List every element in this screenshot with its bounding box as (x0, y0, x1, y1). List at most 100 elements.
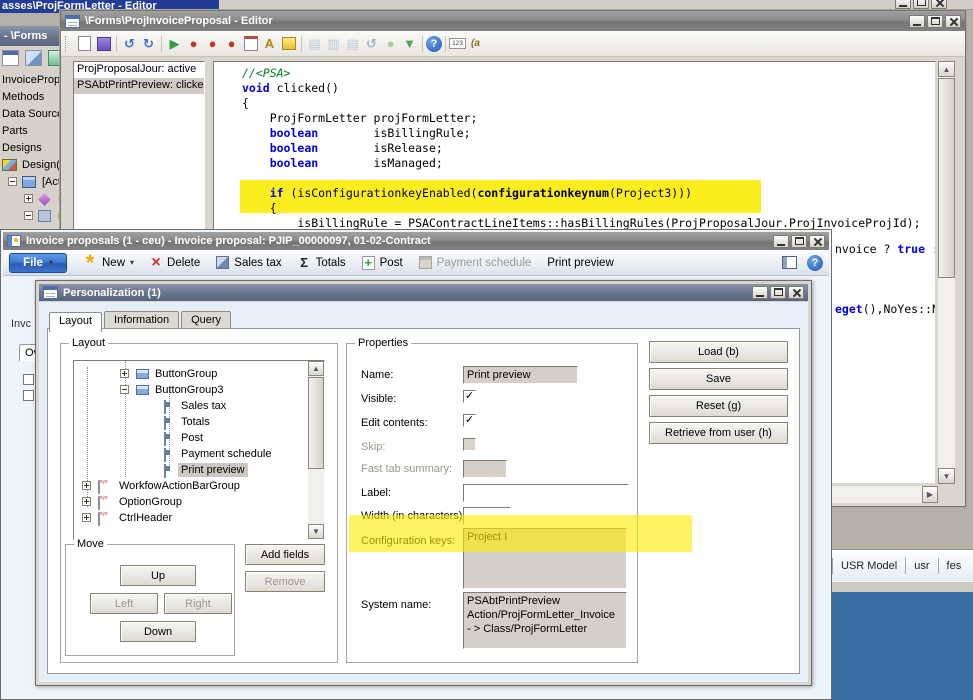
help-icon[interactable]: ? (807, 255, 823, 271)
minimize-icon[interactable] (909, 15, 925, 28)
aot-node[interactable]: Data Sources (0, 106, 67, 123)
lookup-icon[interactable]: A (260, 35, 279, 53)
expand-icon[interactable] (82, 513, 91, 522)
move-down-button[interactable]: Down (120, 621, 196, 642)
tree-row-buttongroup[interactable]: ButtonGroup (74, 367, 308, 382)
add-pale-icon[interactable]: ▤ (305, 35, 324, 53)
remove-button[interactable]: Remove (245, 571, 325, 592)
move-up-button[interactable]: Up (120, 565, 196, 586)
close-icon[interactable] (945, 15, 961, 28)
minimize-icon[interactable] (773, 235, 789, 248)
method-item[interactable]: ProjProposalJour: active (74, 62, 204, 78)
layout-tree[interactable]: ButtonGroupButtonGroup3Sales taxTotalsPo… (73, 360, 325, 540)
file-button[interactable]: File▾ (9, 253, 67, 273)
expand-icon[interactable] (24, 194, 33, 203)
toolbar-button-sales-tax[interactable]: Sales tax (216, 256, 281, 269)
visible-checkbox[interactable]: ✓ (463, 390, 476, 403)
toolbar-button-delete[interactable]: ×Delete (150, 256, 200, 270)
window-icon[interactable] (2, 50, 19, 66)
paste-pale-icon[interactable]: ▤ (343, 35, 362, 53)
scroll-thumb[interactable] (938, 78, 955, 278)
layers-icon[interactable] (25, 50, 42, 66)
aot-tree-node[interactable]: Design(s (0, 157, 67, 174)
toolbar-button-print-preview[interactable]: Print preview (547, 257, 613, 269)
scroll-down-icon[interactable]: ▼ (938, 468, 955, 484)
aot-tree-node[interactable]: N (0, 191, 67, 208)
aot-node[interactable]: Designs (0, 140, 67, 157)
scroll-thumb[interactable] (308, 377, 324, 469)
toolbar-grip[interactable] (65, 36, 70, 52)
method-list[interactable]: ProjProposalJour: activePSAbtPrintPrevie… (73, 61, 205, 239)
collapse-icon[interactable] (120, 385, 129, 394)
redo-icon[interactable]: ↻ (139, 35, 158, 53)
expand-icon[interactable] (82, 481, 91, 490)
maximize-icon[interactable] (913, 0, 929, 9)
add-fields-button[interactable]: Add fields (245, 544, 325, 565)
maximize-icon[interactable] (791, 235, 807, 248)
toolbar-button-post[interactable]: +Post (362, 256, 403, 270)
tree-row-print-preview[interactable]: Print preview (74, 463, 308, 478)
minimize-icon[interactable] (895, 0, 911, 9)
tree-row-totals[interactable]: Totals (74, 415, 308, 430)
expand-icon[interactable] (120, 369, 129, 378)
invoice-titlebar[interactable]: Invoice proposals (1 - ceu) - Invoice pr… (3, 232, 829, 250)
tree-row-buttongroup3[interactable]: ButtonGroup3 (74, 383, 308, 398)
edit-contents-checkbox[interactable]: ✓ (463, 414, 476, 427)
reset-g-button[interactable]: Reset (g) (649, 395, 788, 417)
toolbar-button-new[interactable]: *New▾ (83, 256, 134, 270)
numbers-icon[interactable]: 123 (449, 38, 466, 49)
skip-checkbox[interactable] (463, 438, 476, 451)
undo-icon[interactable]: ↺ (120, 35, 139, 53)
tree-row-post[interactable]: Post (74, 431, 308, 446)
aot-node[interactable]: InvoicePropos (0, 72, 67, 89)
vertical-scrollbar[interactable]: ▲ ▼ (938, 61, 955, 484)
swap-icon[interactable] (279, 35, 298, 53)
toolbar-button-totals[interactable]: ΣTotals (298, 256, 346, 270)
minimize-icon[interactable] (752, 286, 768, 299)
move-left-button[interactable]: Left (90, 593, 158, 614)
scroll-down-icon[interactable]: ▼ (308, 524, 324, 539)
close-icon[interactable] (788, 286, 804, 299)
save-button[interactable]: Save (649, 368, 788, 390)
scroll-right-icon[interactable]: ▶ (922, 486, 938, 503)
copy-pale-icon[interactable]: ▥ (324, 35, 343, 53)
load-b-button[interactable]: Load (b) (649, 341, 788, 363)
tree-row-sales-tax[interactable]: Sales tax (74, 399, 308, 414)
expand-icon[interactable] (82, 497, 91, 506)
collapse-icon[interactable] (8, 177, 17, 186)
label-field[interactable] (463, 484, 629, 502)
tree-row-optiongroup[interactable]: OptionGroup (74, 495, 308, 510)
tree-row-ctrlheader[interactable]: CtrlHeader (74, 511, 308, 526)
aot-tree-node[interactable]: [Actio (0, 174, 67, 191)
scroll-up-icon[interactable]: ▲ (308, 361, 324, 376)
method-item[interactable]: PSAbtPrintPreview: clicked (74, 78, 204, 94)
history-icon[interactable]: ● (381, 35, 400, 53)
save-icon[interactable] (94, 35, 113, 53)
help-icon[interactable]: ? (426, 36, 442, 52)
scroll-up-icon[interactable]: ▲ (938, 61, 955, 77)
maximize-icon[interactable] (770, 286, 786, 299)
breakpoints-window-icon[interactable] (241, 35, 260, 53)
close-icon[interactable] (931, 0, 947, 9)
grid-checkbox[interactable] (23, 374, 34, 385)
import-icon[interactable]: ▼ (400, 35, 419, 53)
breakpoint-icon[interactable]: ● (184, 35, 203, 53)
forms-window-titlebar[interactable]: - \Forms (0, 26, 62, 46)
run-icon[interactable]: ▶ (165, 35, 184, 53)
tree-scrollbar[interactable]: ▲ ▼ (308, 361, 324, 539)
new-icon[interactable] (75, 35, 94, 53)
editor-titlebar[interactable]: \Forms\ProjInvoiceProposal - Editor (61, 11, 965, 31)
move-right-button[interactable]: Right (164, 593, 232, 614)
revert-icon[interactable]: ↺ (362, 35, 381, 53)
close-icon[interactable] (809, 235, 825, 248)
tree-row-payment-schedule[interactable]: Payment schedule (74, 447, 308, 462)
rename-icon[interactable]: (a (466, 35, 485, 53)
aot-tree-node[interactable]: r (0, 208, 67, 225)
collapse-icon[interactable] (24, 211, 33, 220)
aot-node[interactable]: Methods (0, 89, 67, 106)
retrieve-from-user-h-button[interactable]: Retrieve from user (h) (649, 422, 788, 444)
maximize-icon[interactable] (927, 15, 943, 28)
breakpoint-flag-icon[interactable]: ● (203, 35, 222, 53)
layout-icon[interactable] (782, 256, 797, 269)
toolbar-button-payment-schedule[interactable]: Payment schedule (419, 256, 532, 269)
